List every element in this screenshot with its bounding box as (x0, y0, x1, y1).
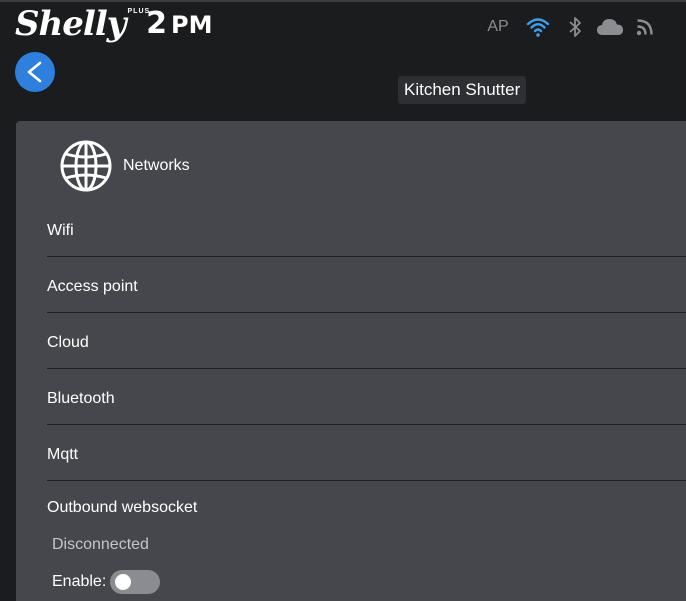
rss-icon (636, 18, 654, 36)
enable-label: Enable: (52, 573, 107, 590)
top-divider (0, 0, 686, 2)
networks-header: Networks (59, 139, 190, 193)
bluetooth-icon (568, 16, 582, 38)
network-item-label: Wifi (47, 222, 74, 239)
network-item-label: Cloud (47, 334, 89, 351)
logo-word: Shelly (15, 4, 126, 44)
network-item-label: Bluetooth (47, 390, 115, 407)
network-item-cloud[interactable]: Cloud (47, 313, 686, 369)
websocket-status: Disconnected (52, 536, 149, 553)
websocket-enable-toggle[interactable] (110, 570, 161, 594)
outbound-websocket-title[interactable]: Outbound websocket (47, 499, 197, 517)
connection-status-bar: AP (484, 14, 654, 40)
logo-model-number: 2 (146, 6, 168, 41)
back-button[interactable] (15, 52, 55, 92)
globe-icon (59, 139, 113, 193)
network-item-wifi[interactable]: Wifi (47, 201, 686, 257)
network-item-mqtt[interactable]: Mqtt (47, 425, 686, 481)
shelly-logo: Shelly PLUS 2 PM (15, 4, 213, 48)
wifi-icon (526, 16, 550, 38)
websocket-enable-row: Enable: (52, 570, 161, 594)
network-item-access-point[interactable]: Access point (47, 257, 686, 313)
logo-model: 2 PM (146, 4, 212, 45)
network-item-label: Mqtt (47, 446, 79, 463)
cloud-icon (596, 17, 624, 37)
access-point-indicator: AP (487, 18, 509, 35)
network-item-label: Access point (47, 278, 138, 295)
panel-title: Networks (123, 157, 190, 174)
network-item-bluetooth[interactable]: Bluetooth (47, 369, 686, 425)
logo-model-suffix: PM (171, 11, 213, 39)
device-name: Kitchen Shutter (398, 76, 527, 104)
toggle-knob (115, 574, 132, 590)
networks-panel: Networks Wifi Access point Cloud Bluetoo… (16, 121, 686, 601)
chevron-left-icon (27, 61, 42, 83)
